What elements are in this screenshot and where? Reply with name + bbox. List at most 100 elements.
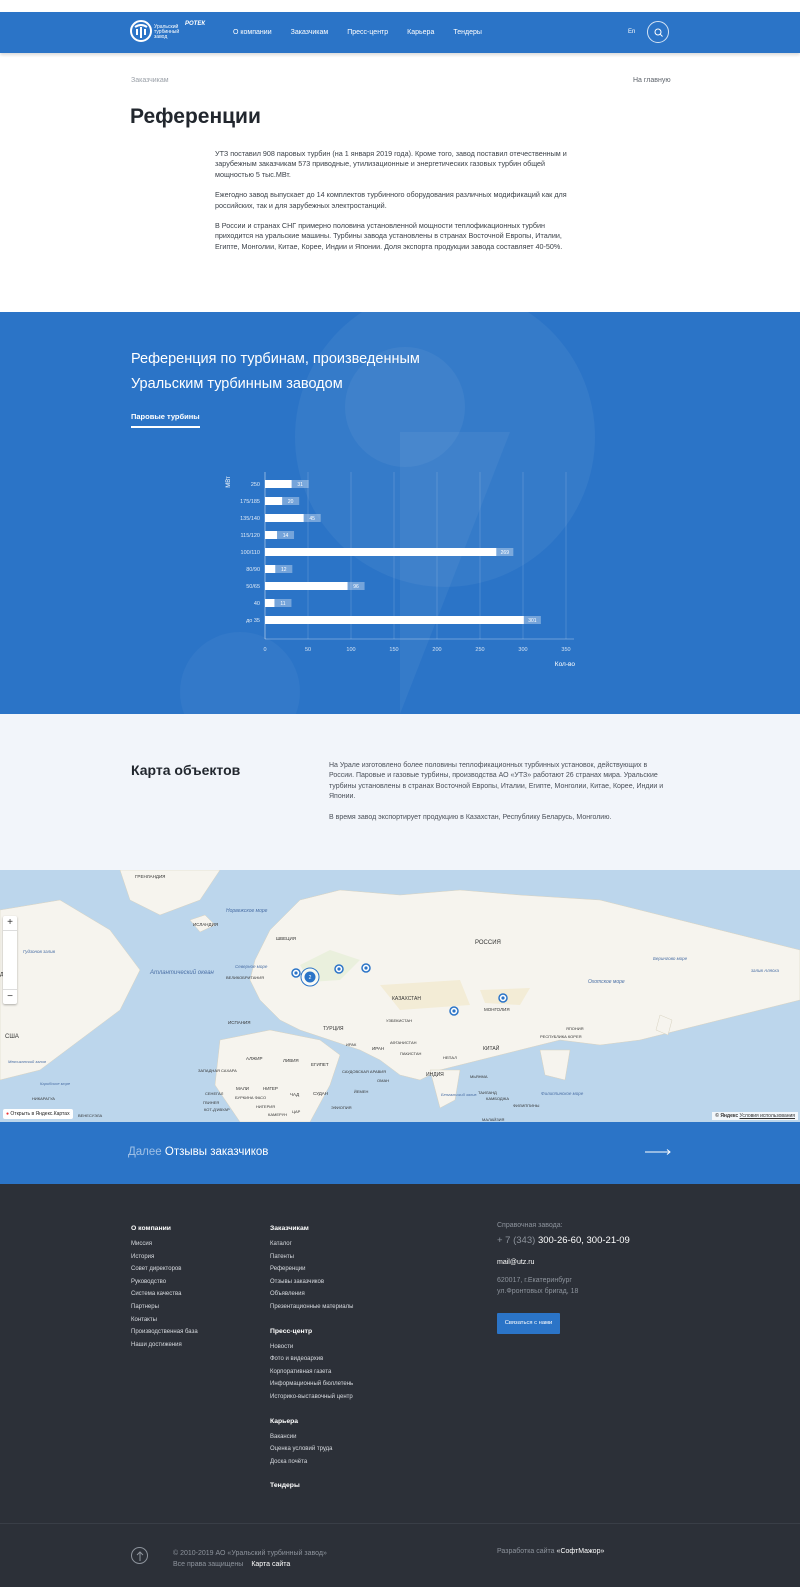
- map-marker[interactable]: [334, 964, 344, 974]
- map-copyright: © Яндекс Условия использования: [712, 1112, 798, 1120]
- open-in-yandex-link[interactable]: ● Открыть в Яндекс.Картах: [3, 1109, 73, 1119]
- footer-link[interactable]: Каталог: [270, 1241, 353, 1247]
- x-tick-label: 0: [263, 647, 266, 653]
- footer-col-about: О компании Миссия История Совет директор…: [131, 1225, 198, 1354]
- yandex-copyright: © Яндекс: [715, 1113, 739, 1119]
- footer-heading[interactable]: Карьера: [270, 1418, 353, 1425]
- footer-link[interactable]: Контакты: [131, 1317, 198, 1323]
- intro-paragraph: В России и странах СНГ примерно половина…: [215, 221, 563, 251]
- zoom-out-button[interactable]: −: [3, 990, 17, 1004]
- open-in-yandex-label: Открыть в Яндекс.Картах: [10, 1111, 70, 1117]
- next-page-bar[interactable]: Далее Отзывы заказчиков: [0, 1122, 800, 1184]
- dev-link[interactable]: «СофтМажор»: [557, 1548, 605, 1555]
- map-marker[interactable]: [498, 993, 508, 1003]
- scroll-top-button[interactable]: [131, 1547, 148, 1564]
- page-title: Референции: [130, 105, 261, 128]
- bar: [265, 565, 276, 573]
- footer-link[interactable]: Производственная база: [131, 1329, 198, 1335]
- bar-value-label: 11: [280, 601, 285, 607]
- phone-number[interactable]: + 7 (343) 300-26-60, 300-21-09: [497, 1235, 630, 1246]
- footer-link[interactable]: Презентационные материалы: [270, 1304, 353, 1310]
- developer-credit: Разработка сайта «СофтМажор»: [497, 1548, 604, 1555]
- map-cluster[interactable]: 2: [300, 967, 320, 987]
- phone-digits: 300-26-60, 300-21-09: [537, 1235, 630, 1246]
- footer-col-customers: Заказчикам Каталог Патенты Референции От…: [270, 1225, 353, 1498]
- footer-link[interactable]: Совет директоров: [131, 1266, 198, 1272]
- x-tick-label: 50: [305, 647, 311, 653]
- footer-link[interactable]: Новости: [270, 1344, 353, 1350]
- map-marker[interactable]: [291, 968, 301, 978]
- y-tick-label: 80/90: [246, 567, 260, 573]
- map-marker[interactable]: [449, 1006, 459, 1016]
- x-axis-label: Кол-во: [555, 661, 576, 668]
- footer-link[interactable]: Система качества: [131, 1291, 198, 1297]
- x-tick-label: 300: [518, 647, 527, 653]
- x-tick-label: 250: [475, 647, 484, 653]
- intro-paragraph: УТЗ поставил 908 паровых турбин (на 1 ян…: [215, 149, 567, 179]
- footer-divider: [0, 1523, 800, 1524]
- footer-heading[interactable]: Пресс-центр: [270, 1328, 353, 1335]
- bar-value-label: 12: [281, 567, 287, 573]
- bar: [265, 531, 278, 539]
- footer-link[interactable]: Партнеры: [131, 1304, 198, 1310]
- footer-link[interactable]: Патенты: [270, 1254, 353, 1260]
- contact-label: Справочная завода:: [497, 1222, 563, 1229]
- bar-value-label: 45: [309, 516, 315, 522]
- bar-value-label: 31: [297, 482, 303, 488]
- footer-link[interactable]: Оценка условий труда: [270, 1446, 353, 1452]
- zoom-slider[interactable]: [3, 930, 17, 990]
- bar-value-label: 20: [288, 499, 294, 505]
- footer-link[interactable]: Историко-выставочный центр: [270, 1394, 353, 1400]
- y-tick-label: 50/65: [246, 584, 260, 590]
- email-link[interactable]: mail@utz.ru: [497, 1259, 534, 1266]
- nav-career[interactable]: Карьера: [407, 29, 434, 36]
- footer-heading[interactable]: Тендеры: [270, 1482, 353, 1489]
- top-strip: [0, 0, 800, 12]
- sitemap-link[interactable]: Карта сайта: [251, 1561, 290, 1568]
- search-button[interactable]: [647, 21, 669, 43]
- map-paragraph: В время завод экспортирует продукцию в К…: [329, 813, 612, 821]
- footer-link[interactable]: Руководство: [131, 1279, 198, 1285]
- site-footer: О компании Миссия История Совет директор…: [0, 1184, 800, 1587]
- footer-link[interactable]: Корпоративная газета: [270, 1369, 353, 1375]
- footer-link[interactable]: История: [131, 1254, 198, 1260]
- terms-link[interactable]: Условия использования: [740, 1113, 796, 1119]
- footer-link[interactable]: Референции: [270, 1266, 353, 1272]
- map-pin-icon: ●: [6, 1111, 10, 1117]
- y-tick-label: до 35: [246, 618, 260, 624]
- dev-label: Разработка сайта: [497, 1548, 555, 1555]
- phone-code: + 7 (343): [497, 1235, 536, 1246]
- footer-heading[interactable]: Заказчикам: [270, 1225, 353, 1232]
- home-link[interactable]: На главную: [633, 77, 671, 84]
- nav-tenders[interactable]: Тендеры: [453, 29, 482, 36]
- footer-link[interactable]: Объявления: [270, 1291, 353, 1297]
- contact-us-button[interactable]: Связаться с нами: [497, 1313, 560, 1334]
- y-tick-label: 115/120: [241, 533, 260, 539]
- footer-link[interactable]: Доска почёта: [270, 1459, 353, 1465]
- footer-link[interactable]: Отзывы заказчиков: [270, 1279, 353, 1285]
- intro-paragraph: Ежегодно завод выпускает до 14 комплекто…: [215, 190, 567, 210]
- address: 620017, г.Екатеринбург ул.Фронтовых бриг…: [497, 1276, 617, 1297]
- footer-heading[interactable]: О компании: [131, 1225, 198, 1232]
- site-logo[interactable]: Уральский турбинный завод РОТЕК: [130, 20, 210, 46]
- nav-about[interactable]: О компании: [233, 29, 272, 36]
- nav-press[interactable]: Пресс-центр: [347, 29, 388, 36]
- y-tick-label: 135/140: [240, 516, 260, 522]
- nav-customers[interactable]: Заказчикам: [291, 29, 329, 36]
- objects-map[interactable]: ГРЕНЛАНДИЯ Норвежское море ИСЛАНДИЯ ШВЕЦ…: [0, 870, 800, 1122]
- footer-link[interactable]: Наши достижения: [131, 1342, 198, 1348]
- reference-section: Референция по турбинам, произведенным Ур…: [0, 312, 800, 714]
- breadcrumb[interactable]: Заказчикам: [131, 77, 169, 84]
- main-nav: О компании Заказчикам Пресс-центр Карьер…: [233, 12, 501, 53]
- next-link[interactable]: Далее Отзывы заказчиков: [128, 1146, 268, 1158]
- map-marker[interactable]: [361, 963, 371, 973]
- language-switch[interactable]: En: [628, 29, 635, 35]
- address-line: ул.Фронтовых бригад, 18: [497, 1287, 579, 1295]
- footer-link[interactable]: Вакансии: [270, 1434, 353, 1440]
- footer-link[interactable]: Информационный бюллетень: [270, 1381, 353, 1387]
- footer-link[interactable]: Миссия: [131, 1241, 198, 1247]
- footer-link[interactable]: Фото и видеоархив: [270, 1356, 353, 1362]
- zoom-in-button[interactable]: +: [3, 916, 17, 930]
- arrow-right-icon[interactable]: [645, 1149, 671, 1155]
- partner-logo: РОТЕК: [185, 21, 206, 27]
